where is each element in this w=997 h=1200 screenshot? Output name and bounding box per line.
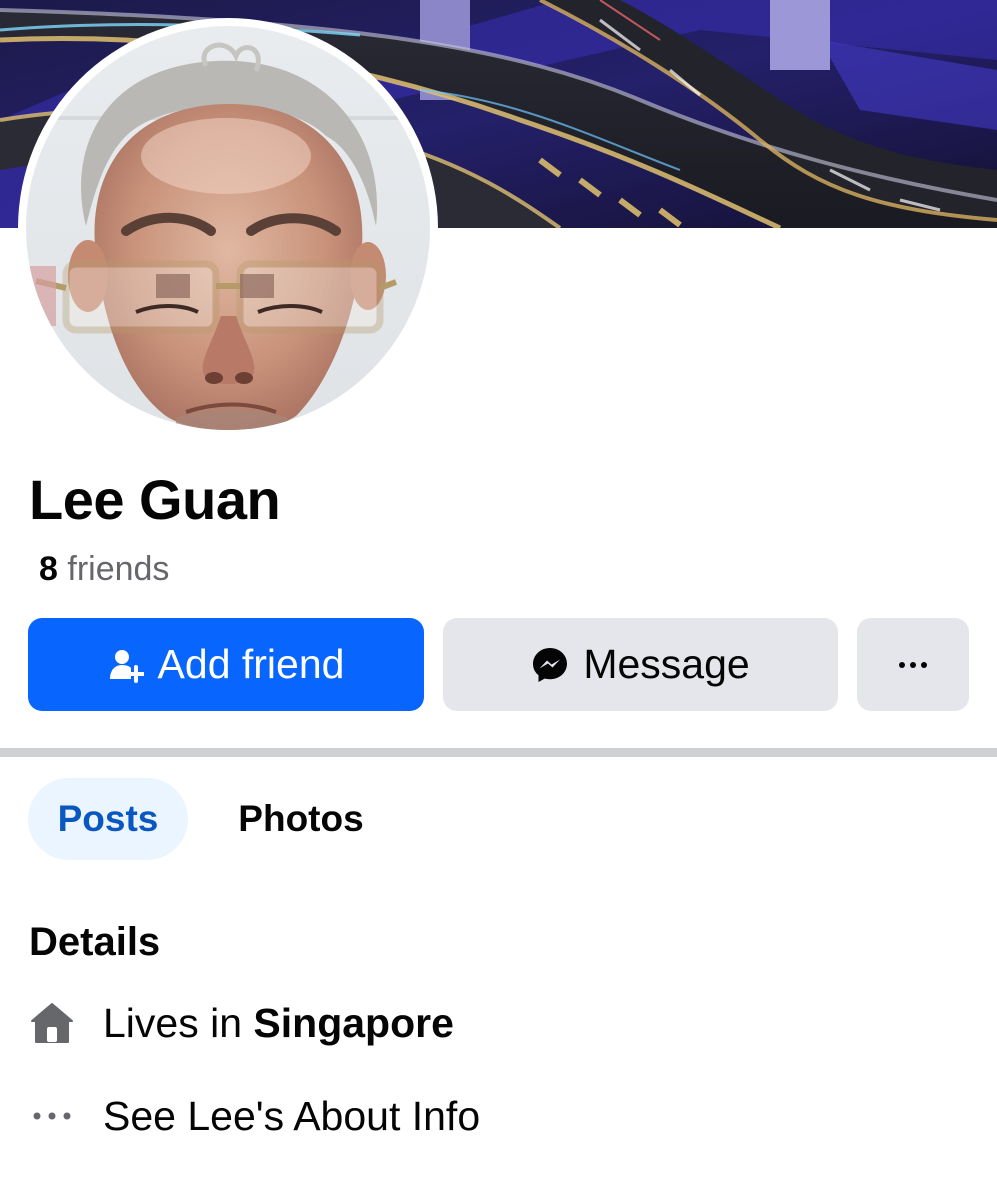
friends-count-link[interactable]: 8 friends	[39, 548, 169, 590]
lives-in-row: Lives in Singapore	[29, 993, 929, 1053]
home-icon	[29, 1002, 75, 1044]
friends-label: friends	[57, 550, 170, 588]
more-dots-icon	[29, 1112, 75, 1120]
friends-count: 8	[39, 550, 58, 588]
tab-photos[interactable]: Photos	[212, 778, 390, 860]
profile-photo-image	[26, 26, 430, 430]
more-dots-icon	[898, 661, 928, 669]
message-button[interactable]: Message	[443, 618, 838, 711]
see-about-info-label: See Lee's About Info	[103, 1092, 481, 1139]
profile-picture[interactable]	[18, 18, 438, 438]
lives-in-place[interactable]: Singapore	[253, 1000, 453, 1047]
message-label: Message	[583, 641, 750, 687]
see-about-info-row[interactable]: See Lee's About Info	[29, 1086, 929, 1146]
details-heading: Details	[29, 920, 161, 964]
profile-name: Lee Guan	[29, 468, 281, 531]
add-friend-button[interactable]: Add friend	[28, 618, 424, 711]
lives-in-prefix: Lives in	[103, 999, 254, 1046]
tab-posts[interactable]: Posts	[28, 778, 188, 860]
messenger-icon	[531, 646, 569, 684]
section-divider	[0, 748, 997, 757]
person-add-icon	[108, 647, 144, 683]
add-friend-label: Add friend	[157, 641, 345, 687]
more-options-button[interactable]	[857, 618, 969, 711]
